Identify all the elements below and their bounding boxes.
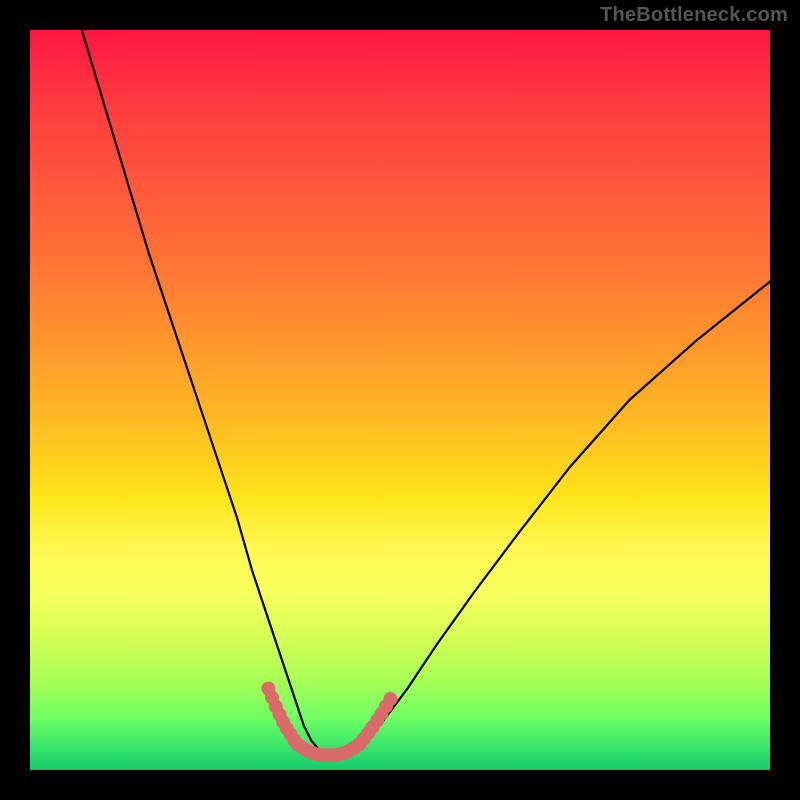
watermark-text: TheBottleneck.com [600,4,788,27]
chart-frame: TheBottleneck.com [0,0,800,800]
results-overlay [261,682,397,763]
plot-area [30,30,770,770]
curve-layer [30,30,770,770]
bottleneck-curve [82,30,770,755]
overlay-dot [383,692,397,706]
